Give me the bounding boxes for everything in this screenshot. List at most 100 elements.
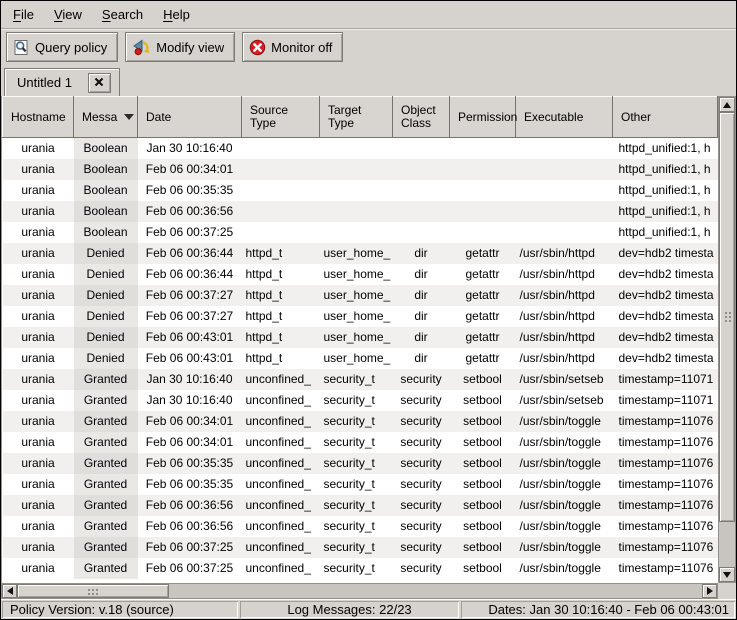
- cell-executable: [516, 180, 613, 201]
- cell-executable: /usr/sbin/httpd: [516, 264, 613, 285]
- log-row[interactable]: uraniaDeniedFeb 06 00:36:44httpd_tuser_h…: [3, 264, 718, 285]
- toolbar: Query policy Modify view Monitor off: [1, 29, 736, 66]
- cell-date: Feb 06 00:43:01: [138, 348, 242, 369]
- menu-file[interactable]: File: [3, 1, 44, 28]
- cell-permission: getattr: [450, 264, 516, 285]
- cell-messa: Boolean: [74, 222, 138, 243]
- cell-target-type: security_t: [320, 432, 393, 453]
- log-row[interactable]: uraniaBooleanFeb 06 00:37:25httpd_unifie…: [3, 222, 718, 243]
- log-row[interactable]: uraniaDeniedFeb 06 00:43:01httpd_tuser_h…: [3, 327, 718, 348]
- monitor-off-button[interactable]: Monitor off: [242, 32, 343, 62]
- cell-executable: /usr/sbin/toggle: [516, 558, 613, 579]
- cell-executable: [516, 159, 613, 180]
- column-header-target-type[interactable]: Target Type: [320, 97, 393, 138]
- cell-executable: /usr/sbin/setseb: [516, 369, 613, 390]
- column-header-hostname[interactable]: Hostname: [3, 97, 74, 138]
- cell-target-type: user_home_: [320, 243, 393, 264]
- log-row[interactable]: uraniaBooleanFeb 06 00:36:56httpd_unifie…: [3, 201, 718, 222]
- horizontal-scrollbar[interactable]: [1, 583, 718, 599]
- log-row[interactable]: uraniaDeniedFeb 06 00:37:27httpd_tuser_h…: [3, 306, 718, 327]
- cell-object-class: security: [393, 474, 450, 495]
- log-row[interactable]: uraniaGrantedFeb 06 00:36:56unconfined_s…: [3, 516, 718, 537]
- log-row[interactable]: uraniaGrantedFeb 06 00:34:01unconfined_s…: [3, 432, 718, 453]
- column-header-messa[interactable]: Messa: [74, 97, 138, 138]
- horizontal-scroll-track[interactable]: [17, 584, 702, 598]
- cell-permission: getattr: [450, 306, 516, 327]
- column-label: Messa: [82, 111, 117, 124]
- log-row[interactable]: uraniaDeniedFeb 06 00:43:01httpd_tuser_h…: [3, 348, 718, 369]
- left-arrow-icon: [7, 587, 13, 595]
- policy-version-status: Policy Version: v.18 (source): [2, 601, 238, 618]
- scroll-left-button[interactable]: [2, 584, 17, 598]
- cell-source-type: unconfined_: [242, 516, 320, 537]
- modify-view-button[interactable]: Modify view: [125, 32, 235, 62]
- menu-search[interactable]: Search: [92, 1, 153, 28]
- cell-executable: /usr/sbin/toggle: [516, 495, 613, 516]
- log-row[interactable]: uraniaGrantedFeb 06 00:36:56unconfined_s…: [3, 495, 718, 516]
- cell-other: timestamp=11071: [613, 369, 718, 390]
- cell-source-type: unconfined_: [242, 558, 320, 579]
- column-header-executable[interactable]: Executable: [516, 97, 613, 138]
- log-row[interactable]: uraniaDeniedFeb 06 00:37:27httpd_tuser_h…: [3, 285, 718, 306]
- log-row[interactable]: uraniaDeniedFeb 06 00:36:44httpd_tuser_h…: [3, 243, 718, 264]
- cell-hostname: urania: [3, 159, 74, 180]
- log-row[interactable]: uraniaGrantedFeb 06 00:37:25unconfined_s…: [3, 558, 718, 579]
- cell-date: Feb 06 00:34:01: [138, 159, 242, 180]
- tab-close-button[interactable]: [88, 73, 111, 93]
- vertical-scroll-track[interactable]: [719, 112, 735, 567]
- log-row[interactable]: uraniaGrantedFeb 06 00:37:25unconfined_s…: [3, 537, 718, 558]
- column-header-date[interactable]: Date: [138, 97, 242, 138]
- column-label: Other: [621, 111, 651, 124]
- cell-object-class: security: [393, 453, 450, 474]
- right-arrow-icon: [707, 587, 713, 595]
- cell-other: httpd_unified:1, h: [613, 222, 718, 243]
- log-row[interactable]: uraniaGrantedFeb 06 00:35:35unconfined_s…: [3, 453, 718, 474]
- cell-other: httpd_unified:1, h: [613, 159, 718, 180]
- cell-hostname: urania: [3, 411, 74, 432]
- column-header-other[interactable]: Other: [613, 97, 718, 138]
- menu-view[interactable]: View: [44, 1, 92, 28]
- scroll-right-button[interactable]: [702, 584, 717, 598]
- vertical-scrollbar[interactable]: [718, 96, 736, 583]
- cell-messa: Granted: [74, 474, 138, 495]
- cell-date: Feb 06 00:34:01: [138, 411, 242, 432]
- tab-untitled-1[interactable]: Untitled 1: [4, 68, 120, 96]
- cell-source-type: unconfined_: [242, 411, 320, 432]
- cell-object-class: security: [393, 537, 450, 558]
- vertical-scroll-thumb[interactable]: [719, 112, 735, 522]
- cell-source-type: httpd_t: [242, 285, 320, 306]
- log-row[interactable]: uraniaBooleanFeb 06 00:35:35httpd_unifie…: [3, 180, 718, 201]
- cell-other: dev=hdb2 timesta: [613, 264, 718, 285]
- scroll-up-button[interactable]: [719, 97, 735, 112]
- log-row[interactable]: uraniaGrantedJan 30 10:16:40unconfined_s…: [3, 390, 718, 411]
- log-row[interactable]: uraniaBooleanJan 30 10:16:40httpd_unifie…: [3, 138, 718, 159]
- query-policy-button[interactable]: Query policy: [6, 32, 118, 62]
- cell-object-class: security: [393, 432, 450, 453]
- column-label: Executable: [524, 111, 583, 124]
- column-header-source-type[interactable]: Source Type: [242, 97, 320, 138]
- cell-other: dev=hdb2 timesta: [613, 243, 718, 264]
- log-row[interactable]: uraniaGrantedFeb 06 00:35:35unconfined_s…: [3, 474, 718, 495]
- cell-source-type: unconfined_: [242, 495, 320, 516]
- log-row[interactable]: uraniaGrantedFeb 06 00:34:01unconfined_s…: [3, 411, 718, 432]
- toolbar-button-label: Modify view: [156, 40, 224, 55]
- log-row[interactable]: uraniaGrantedJan 30 10:16:40unconfined_s…: [3, 369, 718, 390]
- column-header-object-class[interactable]: Object Class: [393, 97, 450, 138]
- log-row[interactable]: uraniaBooleanFeb 06 00:34:01httpd_unifie…: [3, 159, 718, 180]
- horizontal-scroll-thumb[interactable]: [17, 584, 169, 598]
- cell-date: Feb 06 00:36:56: [138, 516, 242, 537]
- menu-bar: FileViewSearchHelp: [1, 1, 736, 29]
- grip-icon: [87, 588, 99, 595]
- cell-hostname: urania: [3, 453, 74, 474]
- cell-other: timestamp=11076: [613, 453, 718, 474]
- cell-messa: Denied: [74, 243, 138, 264]
- cell-source-type: [242, 222, 320, 243]
- scroll-down-button[interactable]: [719, 567, 735, 582]
- cell-messa: Denied: [74, 285, 138, 306]
- cell-hostname: urania: [3, 474, 74, 495]
- cell-other: timestamp=11076: [613, 411, 718, 432]
- modify-view-icon: [132, 39, 151, 56]
- menu-help[interactable]: Help: [153, 1, 200, 28]
- cell-source-type: httpd_t: [242, 243, 320, 264]
- column-header-permission[interactable]: Permission: [450, 97, 516, 138]
